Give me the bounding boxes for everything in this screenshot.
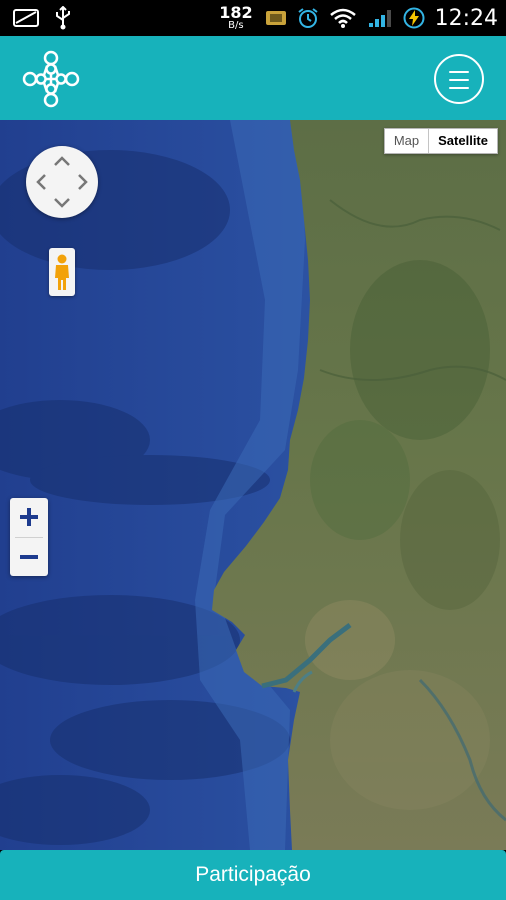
pan-control[interactable] (26, 146, 98, 218)
hamburger-menu-icon[interactable] (434, 54, 484, 104)
network-speed: 182 B/s (219, 5, 252, 31)
footer: Participação (0, 850, 506, 900)
status-bar: 182 B/s 12:24 (0, 0, 506, 36)
clock: 12:24 (434, 5, 498, 31)
plus-icon (20, 508, 38, 526)
participacao-button[interactable]: Participação (0, 850, 506, 900)
pan-right-icon[interactable] (72, 171, 94, 193)
alarm-icon (297, 7, 319, 29)
network-speed-unit: B/s (228, 20, 244, 31)
pegman-icon (55, 254, 69, 290)
signal-icon (367, 8, 393, 28)
pan-left-icon[interactable] (30, 171, 52, 193)
pan-up-icon[interactable] (51, 150, 73, 172)
email-icon (12, 7, 40, 29)
zoom-in-button[interactable] (10, 498, 48, 536)
app-header (0, 36, 506, 120)
minus-icon (20, 555, 38, 559)
map-satellite-imagery (0, 120, 506, 850)
street-view-pegman[interactable] (49, 248, 75, 296)
menu-bar-top (449, 71, 469, 73)
menu-bar-bottom (449, 87, 469, 89)
pan-down-icon[interactable] (51, 192, 73, 214)
network-logo-icon[interactable] (22, 50, 80, 108)
menu-bar-middle (449, 79, 469, 81)
network-speed-value: 182 (219, 3, 253, 22)
battery-charging-icon (403, 7, 425, 29)
zoom-control (10, 498, 48, 576)
sim-card-icon (265, 9, 287, 27)
map-type-satellite-button[interactable]: Satellite (428, 129, 497, 153)
map-type-map-button[interactable]: Map (384, 129, 429, 153)
wifi-icon (329, 7, 357, 29)
map-type-control: Map Satellite (383, 128, 498, 154)
zoom-out-button[interactable] (10, 538, 48, 576)
satellite-map[interactable]: Map Satellite (0, 120, 506, 850)
usb-icon (54, 6, 72, 30)
